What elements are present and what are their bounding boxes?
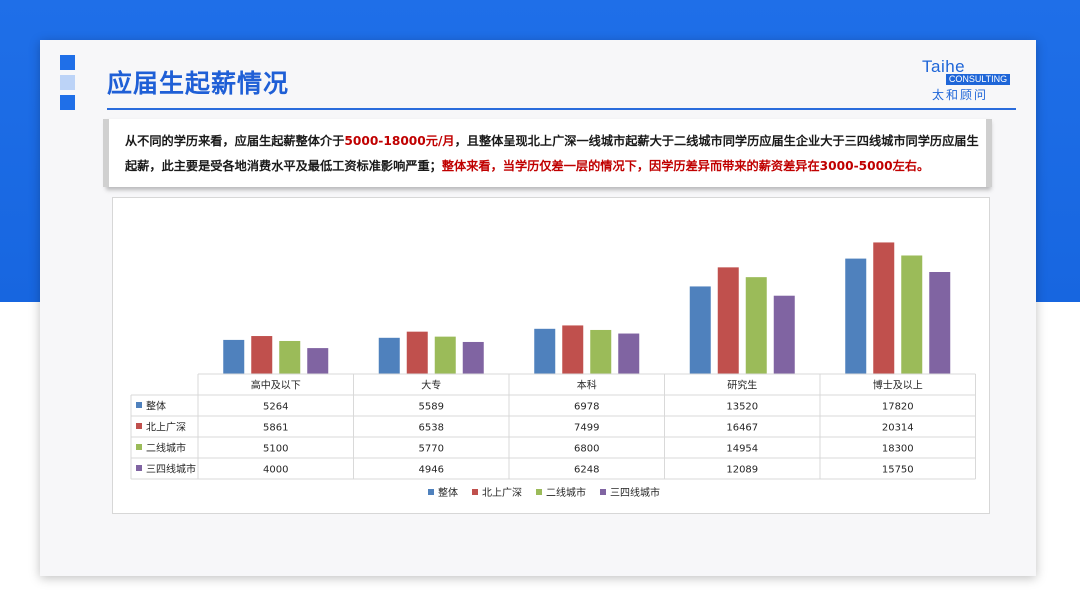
data-value: 17820	[882, 402, 914, 413]
data-value: 6800	[574, 444, 599, 455]
legend-swatch	[472, 489, 478, 495]
bar	[307, 348, 329, 374]
data-value: 5589	[419, 402, 444, 413]
bar	[534, 328, 556, 374]
logo-tag: CONSULTING	[946, 74, 1010, 85]
bar	[251, 336, 273, 374]
summary-box: 从不同的学历来看，应届生起薪整体介于5000-18000元/月，且整体呈现北上广…	[103, 119, 992, 187]
bar	[745, 277, 767, 374]
series-key	[136, 465, 142, 471]
bar	[845, 258, 867, 374]
series-key	[136, 402, 142, 408]
bar	[773, 295, 795, 374]
series-label: 北上广深	[146, 422, 186, 434]
legend-label: 三四线城市	[610, 486, 660, 499]
bar	[434, 336, 456, 374]
series-key	[136, 423, 142, 429]
bar	[873, 242, 895, 374]
category-label: 本科	[577, 379, 597, 392]
bar	[406, 331, 428, 374]
bar	[223, 339, 245, 374]
legend-label: 二线城市	[546, 486, 586, 499]
bar	[462, 341, 484, 374]
data-value: 6978	[574, 402, 599, 413]
bar	[929, 272, 951, 374]
summary-part1: 从不同的学历来看，应届生起薪整体介于	[125, 134, 345, 148]
logo-cn: 太和顾问	[932, 88, 989, 102]
summary-text: 从不同的学历来看，应届生起薪整体介于5000-18000元/月，且整体呈现北上广…	[125, 129, 983, 179]
data-value: 12089	[726, 465, 758, 476]
bar	[562, 325, 584, 374]
category-label: 大专	[421, 379, 441, 392]
bar	[717, 267, 739, 374]
data-value: 18300	[882, 444, 914, 455]
data-value: 13520	[726, 402, 758, 413]
series-label: 三四线城市	[146, 463, 196, 476]
legend-label: 整体	[438, 486, 458, 499]
company-logo: Taihe CONSULTING 太和顾问	[922, 57, 1016, 102]
data-value: 7499	[574, 423, 599, 434]
chart-container: 高中及以下 大专 本科 研究生 博士及以上整体 5264 5589 6978 13520 1782…	[112, 197, 990, 514]
legend-swatch	[600, 489, 606, 495]
bar	[590, 329, 612, 374]
data-value: 5264	[263, 402, 288, 413]
summary-conclusion: 整体来看，当学历仅差一层的情况下，因学历差异而带来的薪资差异在3000-5000…	[441, 159, 930, 173]
series-label: 整体	[146, 400, 166, 413]
bar	[618, 333, 640, 374]
legend-swatch	[536, 489, 542, 495]
series-key	[136, 444, 142, 450]
data-value: 5861	[263, 423, 288, 434]
legend-swatch	[428, 489, 434, 495]
data-value: 14954	[726, 444, 758, 455]
title-underline	[107, 108, 1016, 110]
category-label: 高中及以下	[251, 379, 301, 392]
series-label: 二线城市	[146, 442, 186, 455]
summary-salary-range: 5000-18000元/月	[344, 134, 455, 148]
data-value: 20314	[882, 423, 914, 434]
bar	[901, 255, 923, 374]
legend-label: 北上广深	[482, 487, 522, 499]
decor-square	[60, 75, 75, 90]
data-value: 16467	[726, 423, 758, 434]
decor-square	[60, 55, 75, 70]
decor-square	[60, 95, 75, 110]
page-title: 应届生起薪情况	[107, 69, 290, 98]
category-label: 研究生	[727, 379, 757, 392]
bar	[689, 286, 711, 374]
data-value: 5100	[263, 444, 288, 455]
data-value: 4000	[263, 465, 288, 476]
bar	[279, 340, 301, 374]
salary-bar-chart: 高中及以下 大专 本科 研究生 博士及以上整体 5264 5589 6978 13520 1782…	[130, 242, 976, 499]
bar	[378, 337, 400, 374]
data-value: 4946	[419, 465, 444, 476]
data-value: 15750	[882, 465, 914, 476]
category-label: 博士及以上	[873, 379, 923, 392]
data-value: 6248	[574, 465, 599, 476]
data-value: 5770	[419, 444, 444, 455]
data-value: 6538	[419, 423, 444, 434]
